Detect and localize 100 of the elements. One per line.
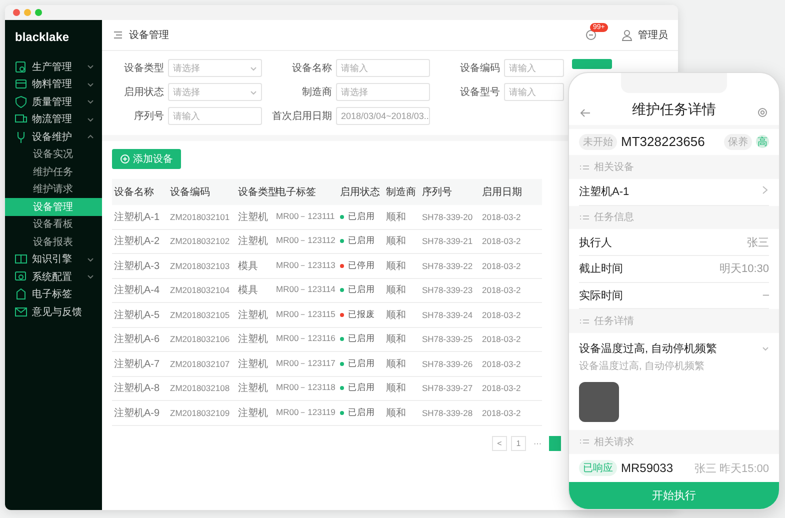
- table-cell: 模具: [236, 278, 274, 302]
- field-value: 张三: [747, 236, 769, 250]
- table-cell: SH78-339-22: [420, 254, 480, 278]
- field-label: 截止时间: [579, 262, 623, 276]
- sidebar-subitem[interactable]: 设备看板: [5, 216, 102, 233]
- table-cell: ZM2018032109: [168, 400, 236, 425]
- table-cell: 注塑机: [236, 376, 274, 400]
- detail-title: 设备温度过高, 自动停机频繁: [579, 342, 718, 356]
- current-page-button[interactable]: [549, 436, 561, 450]
- filter-label: 首次启用日期: [271, 110, 332, 123]
- table-cell: 顺和: [384, 205, 420, 229]
- sidebar-item[interactable]: 意见与反馈: [5, 303, 102, 320]
- table-cell: SH78-339-21: [420, 229, 480, 254]
- table-cell: ZM2018032105: [168, 302, 236, 327]
- sidebar-item[interactable]: 质量管理: [5, 93, 102, 110]
- chevron-icon: [87, 82, 94, 87]
- maximize-dot[interactable]: [35, 9, 42, 16]
- column-header: 设备编码: [168, 179, 236, 205]
- filter-label: 设备型号: [459, 86, 500, 99]
- table-cell: ZM2018032101: [168, 205, 236, 229]
- table-cell: MR00－123111: [274, 205, 338, 229]
- type-tag: 保养: [724, 134, 752, 150]
- menu-item-icon: [14, 60, 28, 74]
- table-cell: 顺和: [384, 376, 420, 400]
- table-cell: 注塑机: [236, 400, 274, 425]
- table-cell: 注塑机: [236, 302, 274, 327]
- list-icon: [579, 437, 590, 446]
- table-cell: 2018-03-2: [480, 254, 542, 278]
- section-heading: 相关设备: [594, 160, 634, 174]
- status-cell: 已启用: [338, 400, 384, 425]
- table-cell: SH78-339-20: [420, 205, 480, 229]
- sidebar-item[interactable]: 生产管理: [5, 58, 102, 76]
- close-dot[interactable]: [13, 9, 20, 16]
- table-cell: 注塑机A-4: [112, 278, 168, 302]
- sidebar-item[interactable]: 设备维护: [5, 128, 102, 146]
- page-ellipsis[interactable]: ···: [530, 436, 545, 450]
- table-cell: 2018-03-2: [480, 400, 542, 425]
- user-name[interactable]: 管理员: [638, 28, 668, 42]
- field-label: 执行人: [579, 236, 612, 250]
- table-cell: SH78-339-23: [420, 278, 480, 302]
- request-meta: 张三 昨天15:00: [694, 462, 769, 476]
- table-cell: 顺和: [384, 302, 420, 327]
- filter-label: 设备编码: [459, 62, 500, 75]
- status-cell: 已启用: [338, 376, 384, 400]
- section-heading: 相关请求: [594, 436, 634, 449]
- chevron-icon: [250, 90, 257, 94]
- table-cell: 注塑机A-6: [112, 327, 168, 352]
- filter-label: 启用状态: [123, 86, 164, 99]
- column-header: 制造商: [384, 179, 420, 205]
- table-cell: ZM2018032102: [168, 229, 236, 254]
- message-button[interactable]: [585, 29, 597, 41]
- table-cell: MR00－123116: [274, 327, 338, 352]
- status-cell: 已启用: [338, 229, 384, 254]
- table-cell: 注塑机A-2: [112, 229, 168, 254]
- previous-page-button[interactable]: <: [492, 436, 507, 450]
- status-cell: 已启用: [338, 278, 384, 302]
- column-header: 设备名称: [112, 179, 168, 205]
- sidebar-item[interactable]: 电子标签: [5, 286, 102, 303]
- photo-placeholder[interactable]: [579, 382, 619, 422]
- column-header: 启用日期: [480, 179, 542, 205]
- status-cell: 已启用: [338, 327, 384, 352]
- sidebar-item[interactable]: 知识引擎: [5, 250, 102, 268]
- task-id: MT328223656: [621, 134, 706, 150]
- sidebar-subitem[interactable]: 设备报表: [5, 233, 102, 250]
- chevron-icon: [87, 256, 94, 262]
- status-cell: 已启用: [338, 352, 384, 376]
- table-cell: ZM2018032107: [168, 352, 236, 376]
- screen-title: 维护任务详情: [631, 100, 717, 119]
- sidebar-item[interactable]: 物料管理: [5, 76, 102, 93]
- request-id: MR59033: [621, 461, 674, 476]
- table-cell: 2018-03-2: [480, 205, 542, 229]
- table-cell: 2018-03-2: [480, 302, 542, 327]
- sidebar-subitem[interactable]: 维护任务: [5, 163, 102, 180]
- status-tag: 未开始: [579, 134, 617, 150]
- sidebar-subitem[interactable]: 设备实况: [5, 146, 102, 163]
- menu-item-icon: [14, 252, 28, 266]
- filter-label: 序列号: [133, 110, 164, 123]
- list-icon: [579, 162, 590, 172]
- menu-item-icon: [14, 94, 28, 109]
- table-cell: SH78-339-28: [420, 400, 480, 425]
- sidebar-subitem[interactable]: 维护请求: [5, 180, 102, 198]
- table-cell: SH78-339-26: [420, 352, 480, 376]
- chevron-icon: [250, 66, 257, 70]
- table-cell: ZM2018032106: [168, 327, 236, 352]
- table-cell: 2018-03-2: [480, 376, 542, 400]
- detail-description: 设备温度过高, 自动停机频繁: [579, 360, 706, 374]
- status-cell: 已报废: [338, 302, 384, 327]
- settings-icon: [756, 106, 769, 119]
- table-cell: MR00－123115: [274, 302, 338, 327]
- table-cell: 顺和: [384, 278, 420, 302]
- page-title: 设备管理: [129, 29, 169, 42]
- chevron-icon: [87, 134, 94, 140]
- field-value: –: [762, 289, 769, 302]
- page-button[interactable]: 1: [511, 436, 526, 450]
- minimize-dot[interactable]: [24, 9, 31, 16]
- sidebar-item[interactable]: 物流管理: [5, 110, 102, 128]
- filter-label: 制造商: [301, 86, 332, 99]
- table-cell: SH78-339-27: [420, 376, 480, 400]
- menu-item-icon: [14, 287, 28, 302]
- sidebar-item[interactable]: 系统配置: [5, 268, 102, 286]
